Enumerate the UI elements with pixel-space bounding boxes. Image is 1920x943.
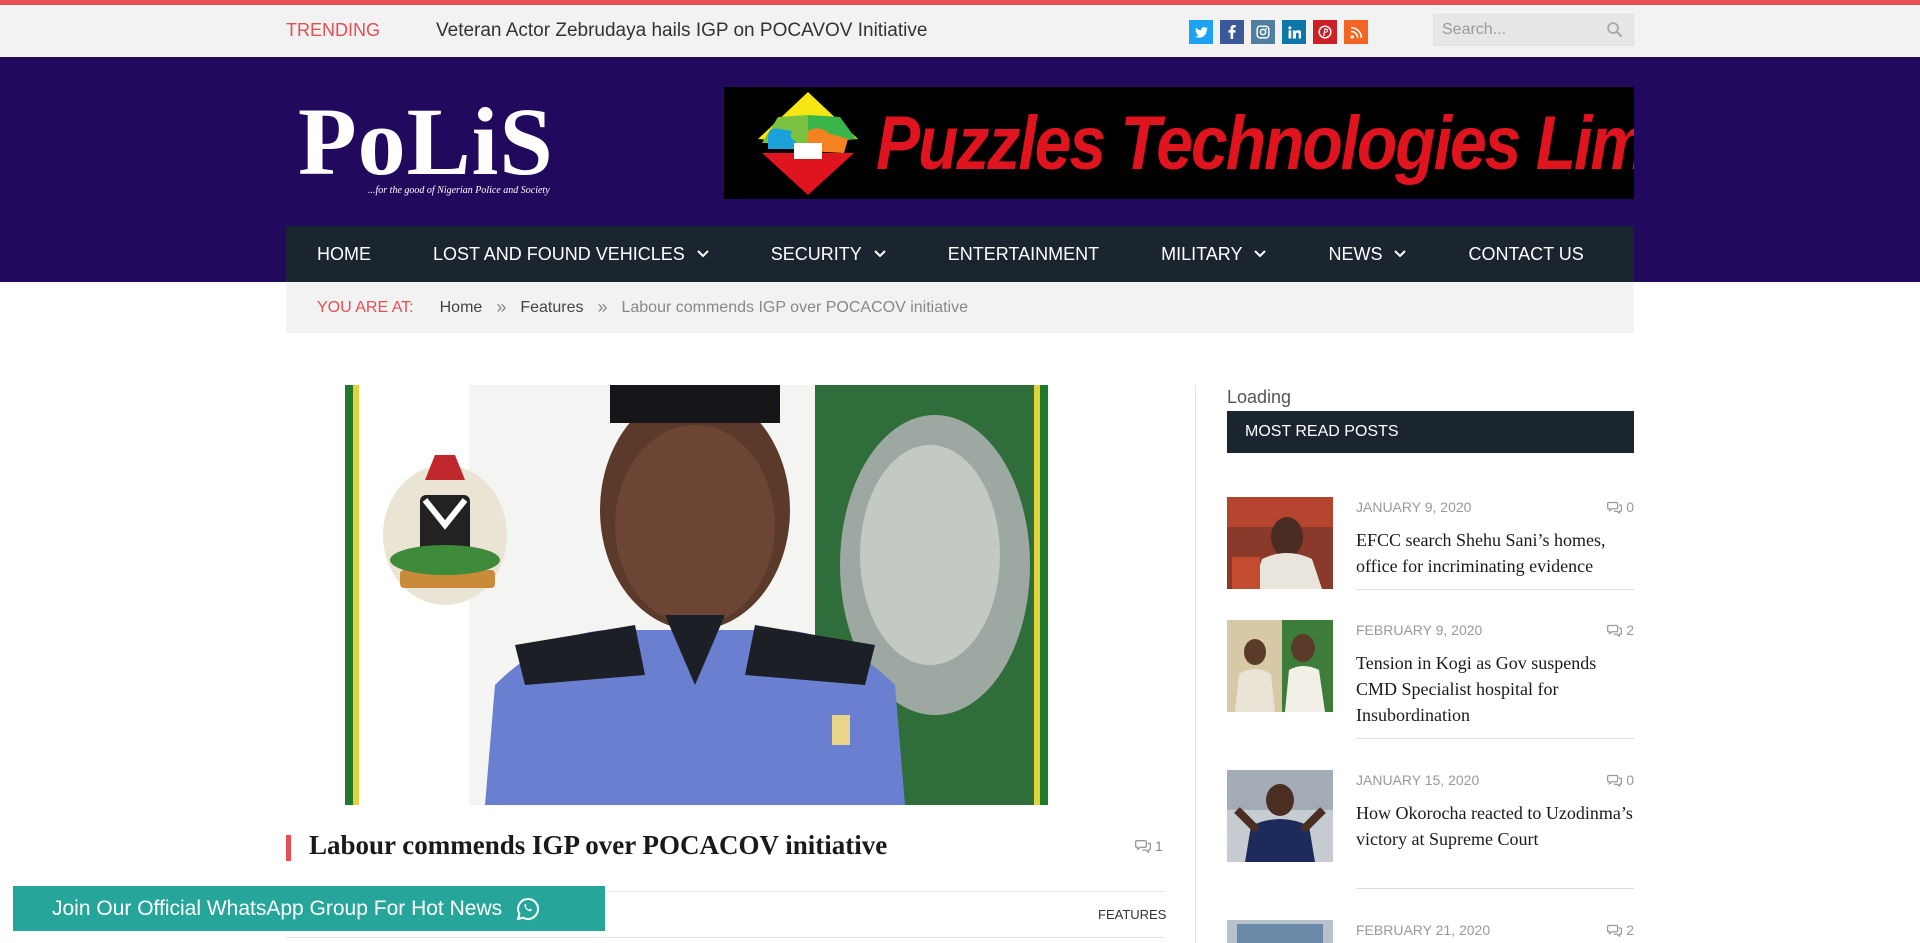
trending-headline-link[interactable]: Veteran Actor Zebrudaya hails IGP on POC… — [436, 20, 927, 42]
post-comments-count: 0 — [1626, 772, 1634, 788]
nav-item-news[interactable]: NEWS — [1328, 226, 1407, 282]
article-category-link[interactable]: FEATURES — [1098, 907, 1166, 922]
loading-text: Loading — [1227, 387, 1292, 407]
post-comments-count: 0 — [1626, 499, 1634, 515]
rss-icon[interactable] — [1344, 20, 1368, 44]
post-thumbnail[interactable] — [1227, 770, 1333, 862]
nav-item-label: SECURITY — [770, 243, 862, 264]
chevron-down-icon — [1254, 250, 1267, 258]
linkedin-icon[interactable] — [1282, 20, 1306, 44]
whatsapp-group-button[interactable]: Join Our Official WhatsApp Group For Hot… — [13, 886, 605, 931]
nav-item-entertainment[interactable]: ENTERTAINMENT — [948, 226, 1099, 282]
comments-icon — [1607, 501, 1623, 514]
search-input[interactable] — [1434, 21, 1594, 39]
nav-item-contact-us[interactable]: CONTACT US — [1468, 226, 1583, 282]
nav-item-label: ENTERTAINMENT — [947, 243, 1100, 264]
comments-icon — [1607, 924, 1623, 937]
post-date: JANUARY 15, 2020 — [1356, 772, 1480, 788]
trending-label: TRENDING — [286, 20, 380, 40]
header-ad-banner[interactable]: Puzzles Technologies Limited — [724, 87, 1634, 199]
nav-item-label: HOME — [317, 243, 371, 264]
chevron-down-icon — [874, 250, 886, 258]
social-links — [1189, 20, 1368, 44]
comments-icon — [1607, 774, 1623, 787]
post-title-link[interactable]: EFCC search Shehu Sani’s homes, office f… — [1356, 527, 1634, 579]
site-logo[interactable]: PoLiS ...for the good of Nigerian Police… — [298, 88, 588, 202]
comments-icon — [1135, 840, 1151, 853]
article-comments-link[interactable]: 1 — [1135, 838, 1163, 854]
list-item: FEBRUARY 9, 2020 2 Tension in Kogi as Go… — [1227, 620, 1634, 740]
whatsapp-button-label: Join Our Official WhatsApp Group For Hot… — [52, 896, 503, 920]
most-read-heading: MOST READ POSTS — [1227, 411, 1634, 453]
title-accent-bar — [286, 835, 291, 861]
twitter-icon[interactable] — [1189, 20, 1213, 44]
sidebar-divider — [1195, 385, 1196, 943]
post-thumbnail[interactable] — [1227, 920, 1333, 943]
featured-image — [345, 385, 1048, 805]
list-item: JANUARY 15, 2020 0 How Okorocha reacted … — [1227, 770, 1634, 890]
post-separator — [1356, 738, 1634, 739]
breadcrumb-current: Labour commends IGP over POCACOV initiat… — [621, 298, 968, 316]
post-comments-link[interactable]: 0 — [1607, 772, 1634, 788]
puzzle-logo-icon — [758, 92, 858, 195]
instagram-icon[interactable] — [1251, 20, 1275, 44]
meta-divider — [286, 937, 1164, 938]
list-item: JANUARY 9, 2020 0 EFCC search Shehu Sani… — [1227, 497, 1634, 592]
post-title-link[interactable]: How Okorocha reacted to Uzodinma’s victo… — [1356, 800, 1634, 852]
list-item: FEBRUARY 21, 2020 2 — [1227, 920, 1634, 943]
breadcrumb-section-link[interactable]: Features — [520, 299, 583, 317]
comments-icon — [1607, 624, 1623, 637]
whatsapp-icon — [516, 897, 540, 920]
nav-item-security[interactable]: SECURITY — [771, 226, 886, 282]
nav-item-label: NEWS — [1328, 243, 1383, 264]
chevron-down-icon — [697, 250, 709, 258]
post-separator — [1356, 589, 1634, 590]
post-comments-count: 2 — [1626, 922, 1634, 938]
nav-item-home[interactable]: HOME — [317, 226, 371, 282]
nav-item-military[interactable]: MILITARY — [1161, 226, 1267, 282]
post-comments-link[interactable]: 2 — [1607, 622, 1634, 638]
post-title-link[interactable]: Tension in Kogi as Gov suspends CMD Spec… — [1356, 650, 1634, 728]
pinterest-icon[interactable] — [1313, 20, 1337, 44]
post-comments-link[interactable]: 2 — [1607, 922, 1634, 938]
post-date: FEBRUARY 21, 2020 — [1356, 922, 1491, 938]
post-comments-link[interactable]: 0 — [1607, 499, 1634, 515]
post-thumbnail[interactable] — [1227, 497, 1333, 589]
breadcrumb-label: YOU ARE AT: — [317, 298, 414, 316]
post-date: FEBRUARY 9, 2020 — [1356, 622, 1483, 638]
breadcrumb: YOU ARE AT: Home » Features » Labour com… — [286, 282, 1634, 333]
nav-item-lost-and-found-vehicles[interactable]: LOST AND FOUND VEHICLES — [433, 226, 709, 282]
breadcrumb-separator: » — [597, 297, 608, 317]
post-separator — [1356, 888, 1634, 889]
breadcrumb-home-link[interactable]: Home — [440, 299, 483, 317]
chevron-down-icon — [1394, 250, 1407, 258]
article-comments-count: 1 — [1155, 838, 1163, 854]
logo-tagline: ...for the good of Nigerian Police and S… — [368, 185, 550, 196]
post-date: JANUARY 9, 2020 — [1356, 499, 1472, 515]
search-box — [1433, 14, 1634, 46]
nav-item-label: LOST AND FOUND VEHICLES — [433, 243, 685, 264]
nav-item-label: MILITARY — [1161, 243, 1243, 264]
article-title: Labour commends IGP over POCACOV initiat… — [309, 830, 888, 860]
logo-text: PoLiS — [298, 88, 554, 195]
ad-text: Puzzles Technologies Limited — [876, 100, 1634, 186]
search-icon[interactable] — [1606, 21, 1623, 43]
post-thumbnail[interactable] — [1227, 620, 1333, 712]
nav-item-label: CONTACT US — [1468, 243, 1584, 264]
most-read-heading-label: MOST READ POSTS — [1245, 423, 1399, 440]
main-nav: HOME LOST AND FOUND VEHICLES SECURITY EN… — [286, 226, 1634, 282]
breadcrumb-separator: » — [496, 297, 507, 317]
post-comments-count: 2 — [1626, 622, 1634, 638]
facebook-icon[interactable] — [1220, 20, 1244, 44]
